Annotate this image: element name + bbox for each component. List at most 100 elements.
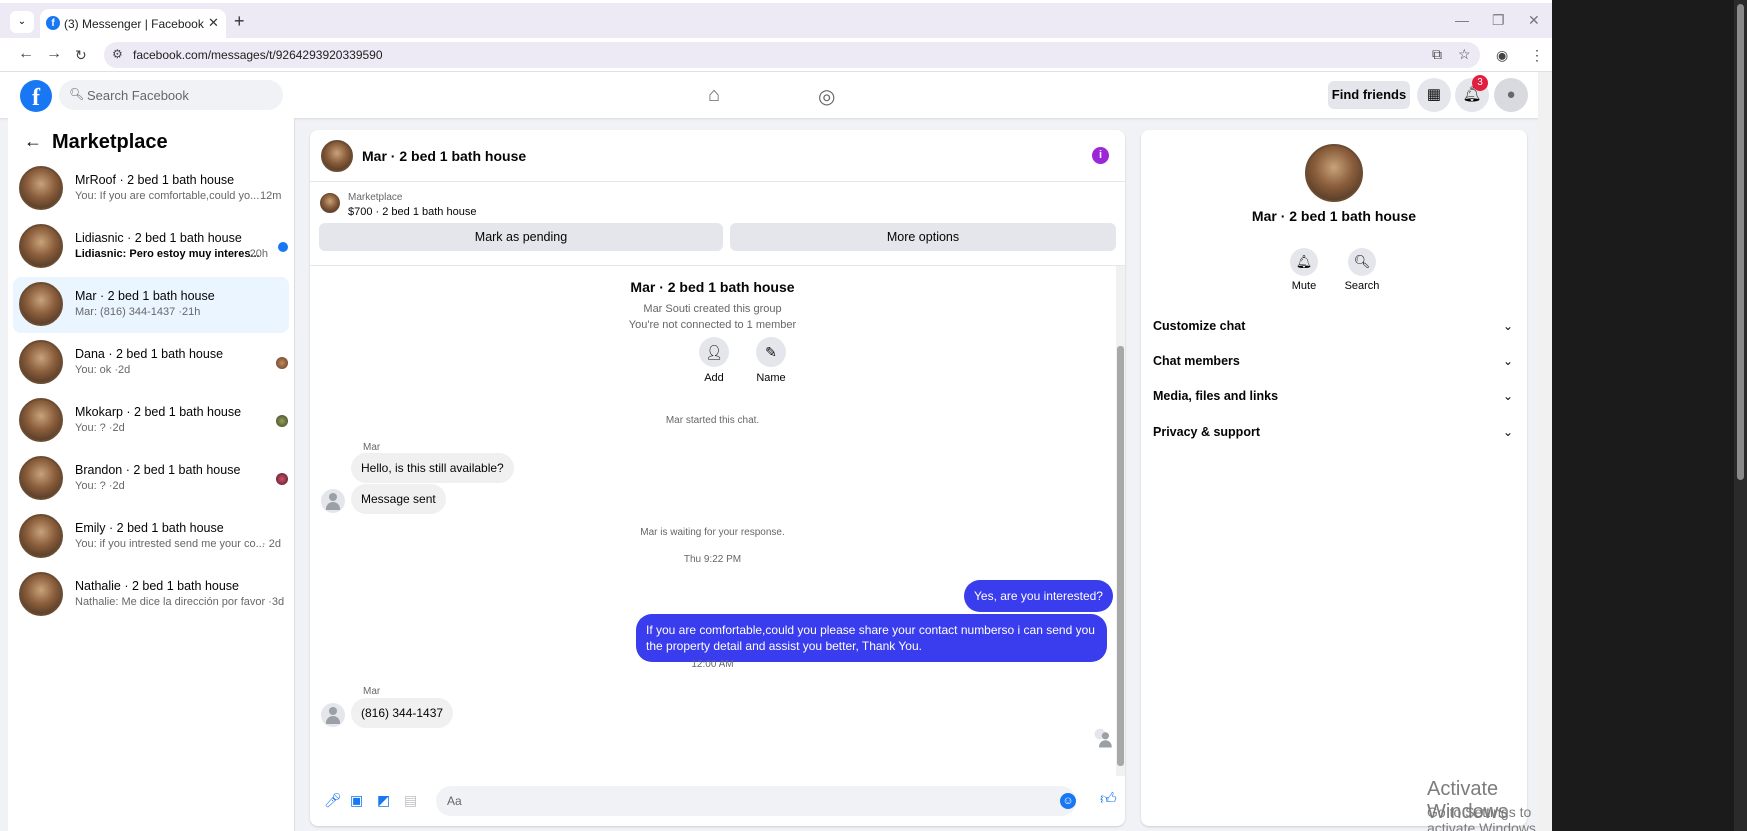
add-member-icon[interactable]: 👤︎ <box>699 337 729 367</box>
add-label: Add <box>704 372 724 384</box>
message-bubble-out[interactable]: If you are comfortable,could you please … <box>636 614 1107 662</box>
composer: 🎤︎ ▣ ◩ ▤ Aa ☺ 👍︎ <box>310 776 1125 826</box>
customize-chat-section[interactable]: Customize chat ⌄ <box>1153 311 1513 341</box>
find-friends-button[interactable]: Find friends <box>1328 81 1410 109</box>
facebook-search-input[interactable]: 🔍︎ Search Facebook <box>59 80 283 110</box>
more-options-button[interactable]: More options <box>730 223 1116 251</box>
waiting-note: Mar is waiting for your response. <box>640 527 785 538</box>
listing-thumbnail[interactable] <box>320 193 340 213</box>
message-thread: Mar · 2 bed 1 bath house Mar Souti creat… <box>310 266 1125 776</box>
conversation-item[interactable]: MrRoof · 2 bed 1 bath house You: If you … <box>13 161 289 217</box>
media-files-links-section[interactable]: Media, files and links ⌄ <box>1153 381 1513 411</box>
seen-avatar-icon <box>276 473 288 485</box>
chevron-down-icon: ⌄ <box>1502 354 1513 368</box>
conversation-item[interactable]: Emily · 2 bed 1 bath house You: if you i… <box>13 509 289 565</box>
section-label: Media, files and links <box>1153 389 1279 403</box>
home-icon[interactable]: ⌂ <box>708 84 720 107</box>
details-avatar[interactable] <box>1305 144 1363 202</box>
account-avatar-icon[interactable]: ● <box>1494 78 1528 112</box>
listing-avatar <box>19 456 63 500</box>
menu-grid-icon[interactable]: ▦ <box>1417 78 1451 112</box>
install-app-icon[interactable]: ⧉ <box>1432 46 1442 63</box>
seen-avatar-icon <box>276 415 288 427</box>
reload-icon[interactable]: ↻ <box>75 47 87 64</box>
site-info-icon[interactable]: ⚙ <box>112 47 123 61</box>
sender-name: Mar <box>363 442 381 453</box>
conversation-item[interactable]: Nathalie · 2 bed 1 bath house Nathalie: … <box>13 567 289 623</box>
groups-icon[interactable]: ◎ <box>818 84 835 109</box>
thread-scrollbar[interactable] <box>1116 266 1125 776</box>
listing-avatar <box>19 572 63 616</box>
edit-name-icon[interactable]: ✎ <box>756 337 786 367</box>
conversation-preview: You: If you are comfortable,could yo... <box>75 190 260 202</box>
profile-icon[interactable]: ◉ <box>1496 47 1508 64</box>
emoji-icon[interactable]: ☺ <box>1060 793 1076 809</box>
conversation-name: Brandon · 2 bed 1 bath house <box>75 463 241 477</box>
privacy-support-section[interactable]: Privacy & support ⌄ <box>1153 417 1513 447</box>
search-label: Search <box>1344 280 1380 292</box>
chat-header: Mar · 2 bed 1 bath house i <box>310 130 1125 182</box>
tab-bar: ⌄ f (3) Messenger | Facebook ✕ + — ❐ ✕ <box>0 0 1552 41</box>
outer-scrollbar[interactable] <box>1734 0 1747 831</box>
message-bubble-in[interactable]: Message sent <box>351 484 446 514</box>
conversation-item[interactable]: Dana · 2 bed 1 bath house You: ok ·2d <box>13 335 289 391</box>
not-connected-note: You're not connected to 1 member <box>628 319 797 331</box>
bookmark-star-icon[interactable]: ☆ <box>1458 46 1471 63</box>
sender-avatar[interactable] <box>321 489 345 513</box>
facebook-header: f 🔍︎ Search Facebook ⌂ ◎ Find friends ▦ … <box>0 72 1552 118</box>
message-bubble-out[interactable]: Yes, are you interested? <box>964 580 1113 612</box>
mark-as-pending-button[interactable]: Mark as pending <box>319 223 723 251</box>
conversation-name: Nathalie · 2 bed 1 bath house <box>75 579 240 593</box>
mute-bell-icon[interactable]: 🔔︎ <box>1290 248 1318 276</box>
group-title: Mar · 2 bed 1 bath house <box>630 279 795 295</box>
conversation-item[interactable]: Brandon · 2 bed 1 bath house You: ? ·2d <box>13 451 289 507</box>
chat-title[interactable]: Mar · 2 bed 1 bath house <box>362 148 526 164</box>
facebook-logo-icon[interactable]: f <box>20 80 52 112</box>
sticker-icon[interactable]: ◩ <box>377 792 390 809</box>
minimize-icon[interactable]: — <box>1455 12 1469 28</box>
sender-avatar[interactable] <box>321 703 345 727</box>
close-window-icon[interactable]: ✕ <box>1528 12 1540 29</box>
activate-windows-subtitle: Go to Settings to activate Windows. <box>1427 804 1540 831</box>
conversation-preview: You: ? ·2d <box>75 422 125 434</box>
message-input[interactable]: Aa ☺ <box>436 786 1076 816</box>
forward-icon[interactable]: → <box>46 45 62 63</box>
listing-price[interactable]: $700 · 2 bed 1 bath house <box>348 206 476 218</box>
listing-label: Marketplace <box>348 192 403 203</box>
browser-menu-icon[interactable]: ⋮ <box>1530 47 1544 64</box>
gif-icon[interactable]: ▤ <box>404 792 417 809</box>
page-scrollbar[interactable] <box>1538 72 1552 831</box>
thumbs-up-icon[interactable]: 👍︎ <box>1100 790 1117 809</box>
listing-avatar <box>19 340 63 384</box>
conversation-name: Lidiasnic · 2 bed 1 bath house <box>75 231 242 245</box>
chat-members-section[interactable]: Chat members ⌄ <box>1153 346 1513 376</box>
back-arrow-icon[interactable]: ← <box>24 131 42 152</box>
restore-icon[interactable]: ❐ <box>1492 12 1505 29</box>
conversation-preview: Nathalie: Me dice la dirección por favor… <box>75 596 285 608</box>
conversation-preview: You: if you intrested send me your co... <box>75 538 265 550</box>
message-bubble-in[interactable]: Hello, is this still available? <box>351 453 514 483</box>
name-label: Name <box>756 372 786 384</box>
url-field[interactable]: ⚙ facebook.com/messages/t/92642939203395… <box>104 42 1480 68</box>
url-text: facebook.com/messages/t/9264293920339590 <box>133 48 383 62</box>
conversation-item-active[interactable]: Mar · 2 bed 1 bath house Mar: (816) 344-… <box>13 277 289 333</box>
new-tab-icon[interactable]: + <box>234 11 245 32</box>
listing-strip: Marketplace $700 · 2 bed 1 bath house Ma… <box>310 182 1125 266</box>
photo-icon[interactable]: ▣ <box>350 792 363 809</box>
conversation-name: Dana · 2 bed 1 bath house <box>75 347 224 361</box>
details-title: Mar · 2 bed 1 bath house <box>1251 208 1417 224</box>
conversation-item[interactable]: Mkokarp · 2 bed 1 bath house You: ? ·2d <box>13 393 289 449</box>
conversation-item[interactable]: Lidiasnic · 2 bed 1 bath house Lidiasnic… <box>13 219 289 275</box>
search-icon[interactable]: 🔍︎ <box>1348 248 1376 276</box>
back-icon[interactable]: ← <box>18 45 34 63</box>
close-tab-icon[interactable]: ✕ <box>208 15 219 31</box>
conversation-time: · 2d <box>262 538 281 550</box>
microphone-icon[interactable]: 🎤︎ <box>324 792 342 809</box>
conversation-list-panel: ← Marketplace MrRoof · 2 bed 1 bath hous… <box>8 118 295 831</box>
tab-search-button[interactable]: ⌄ <box>10 11 34 33</box>
chat-avatar[interactable] <box>321 140 353 172</box>
browser-tab[interactable]: f (3) Messenger | Facebook ✕ <box>40 9 226 41</box>
info-icon[interactable]: i <box>1092 147 1109 164</box>
chevron-down-icon: ⌄ <box>1502 425 1513 439</box>
message-bubble-in[interactable]: (816) 344-1437 <box>351 698 454 728</box>
